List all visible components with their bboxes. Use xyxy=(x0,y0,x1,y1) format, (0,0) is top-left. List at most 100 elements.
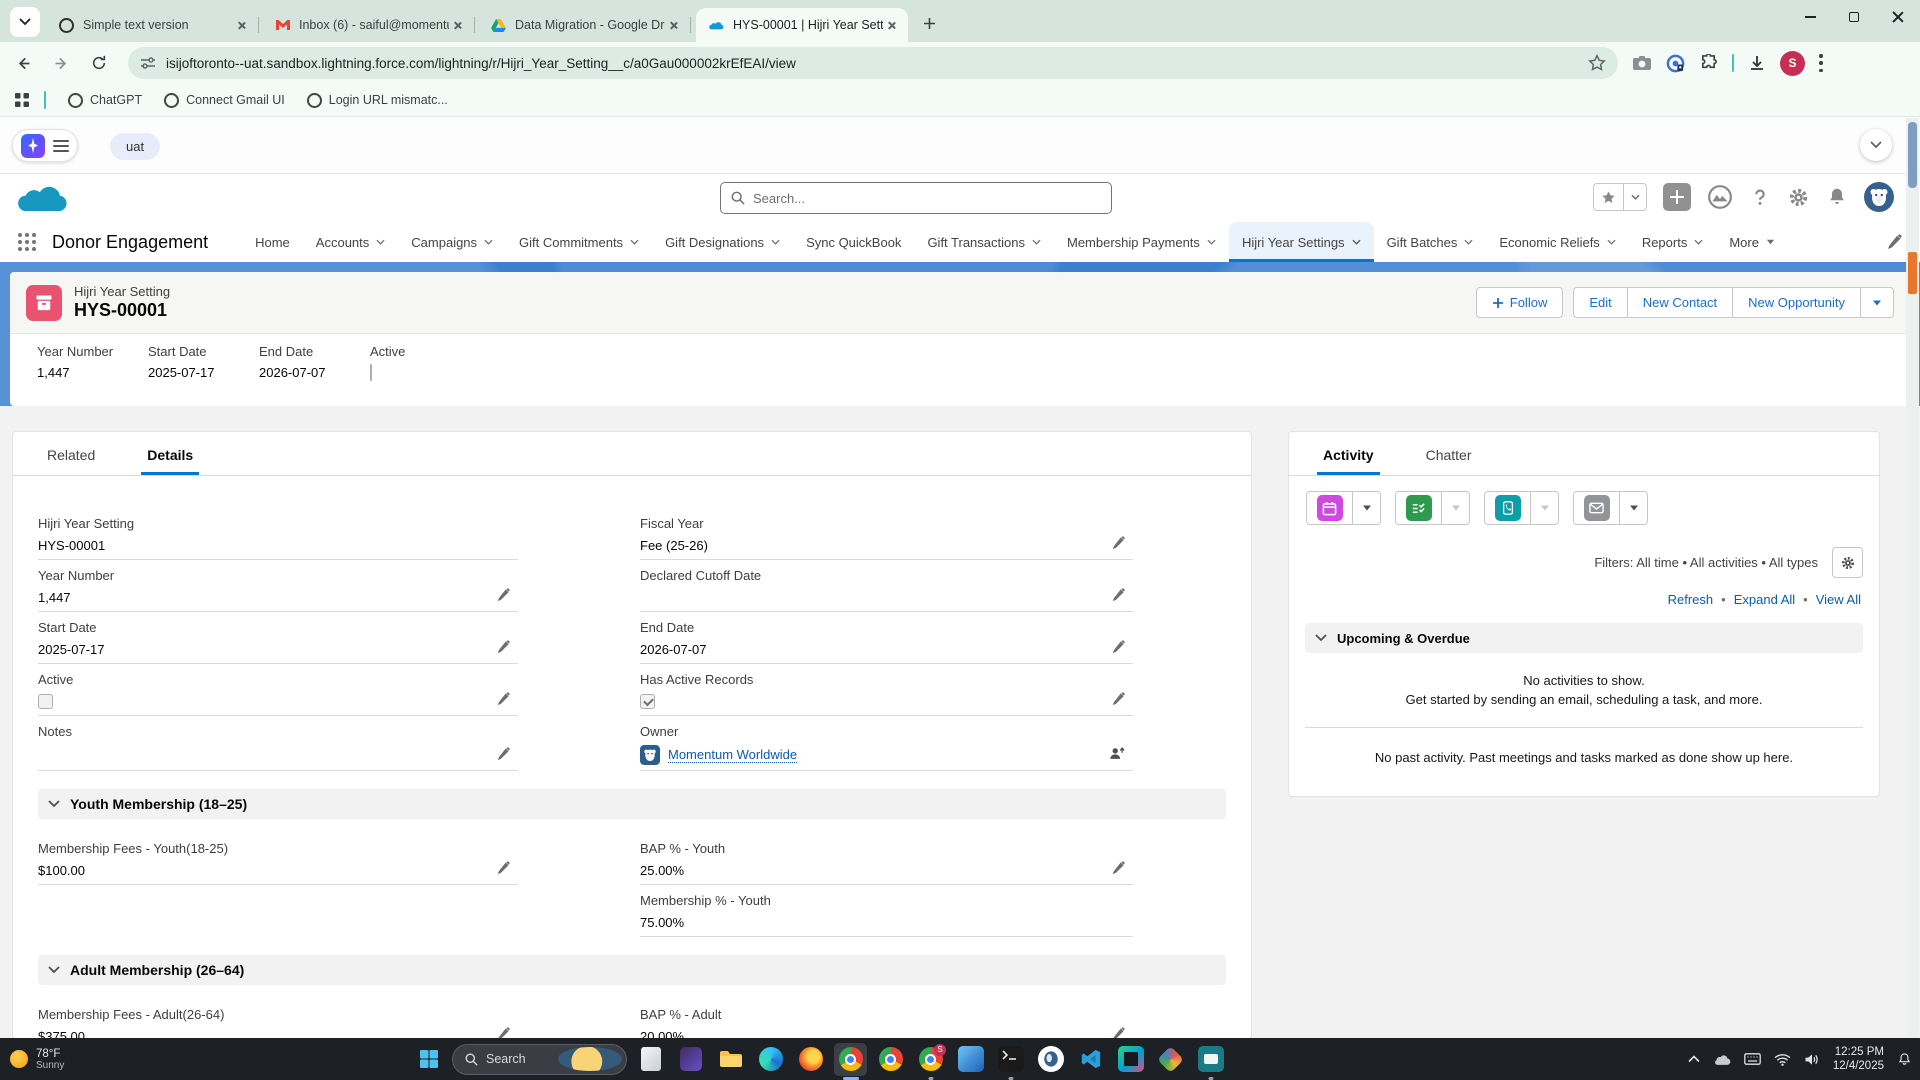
refresh-link[interactable]: Refresh xyxy=(1668,592,1714,607)
browser-tab-gmail[interactable]: Inbox (6) - saiful@momentum-w xyxy=(262,8,474,42)
edit-pencil-icon[interactable] xyxy=(496,747,510,761)
reload-button[interactable] xyxy=(84,48,114,78)
new-contact-button[interactable]: New Contact xyxy=(1628,287,1733,318)
taskbar-firefox[interactable] xyxy=(794,1043,827,1076)
taskbar-pycharm[interactable] xyxy=(1114,1043,1147,1076)
taskbar-terminal[interactable] xyxy=(994,1043,1027,1076)
browser-menu-icon[interactable] xyxy=(1819,54,1823,72)
new-event-button[interactable] xyxy=(1307,492,1352,524)
activity-settings-button[interactable] xyxy=(1832,547,1863,578)
assistant-extension-pill[interactable] xyxy=(12,129,78,162)
tray-wifi-icon[interactable] xyxy=(1774,1053,1791,1066)
browser-tab-drive[interactable]: Data Migration - Google Drive xyxy=(478,8,690,42)
setup-gear-icon[interactable] xyxy=(1787,186,1810,209)
tray-volume-icon[interactable] xyxy=(1804,1053,1820,1066)
start-button[interactable] xyxy=(412,1043,445,1076)
window-minimize-button[interactable] xyxy=(1788,0,1832,34)
global-search-box[interactable]: Search... xyxy=(720,182,1112,214)
edit-pencil-icon[interactable] xyxy=(1111,640,1125,654)
taskbar-drawio[interactable] xyxy=(1154,1043,1187,1076)
tab-close-icon[interactable] xyxy=(449,17,466,34)
extensions-puzzle-icon[interactable] xyxy=(1699,54,1718,73)
call-dropdown[interactable] xyxy=(1530,492,1558,524)
upcoming-overdue-section[interactable]: Upcoming & Overdue xyxy=(1305,623,1863,653)
tab-activity[interactable]: Activity xyxy=(1317,447,1380,475)
site-settings-icon[interactable] xyxy=(140,56,156,70)
expand-all-link[interactable]: Expand All xyxy=(1734,592,1795,607)
window-close-button[interactable] xyxy=(1876,0,1920,34)
global-actions-icon[interactable] xyxy=(1663,183,1691,211)
tray-chevron-up-icon[interactable] xyxy=(1688,1055,1700,1063)
nav-tab-more[interactable]: More xyxy=(1716,222,1788,262)
weather-widget[interactable]: 78°F Sunny xyxy=(10,1048,64,1071)
taskbar-chrome-2[interactable] xyxy=(874,1043,907,1076)
tray-keyboard-icon[interactable] xyxy=(1744,1053,1761,1065)
taskbar-postgresql[interactable] xyxy=(1034,1043,1067,1076)
tab-details[interactable]: Details xyxy=(141,447,199,475)
app-launcher-icon[interactable] xyxy=(16,231,38,253)
view-all-link[interactable]: View All xyxy=(1816,592,1861,607)
more-actions-dropdown[interactable] xyxy=(1861,287,1894,318)
back-button[interactable] xyxy=(8,48,38,78)
tray-onedrive-icon[interactable] xyxy=(1713,1053,1731,1065)
page-scrollbar[interactable] xyxy=(1906,118,1919,1038)
nav-tab-reports[interactable]: Reports xyxy=(1629,222,1717,262)
taskbar-edge[interactable] xyxy=(754,1043,787,1076)
edit-pencil-icon[interactable] xyxy=(496,692,510,706)
edit-pencil-icon[interactable] xyxy=(1111,861,1125,875)
edit-button[interactable]: Edit xyxy=(1573,287,1627,318)
browser-tab-chatgpt[interactable]: Simple text version xyxy=(46,8,258,42)
taskbar-app-widgets[interactable] xyxy=(634,1043,667,1076)
scrollbar-thumb[interactable] xyxy=(1908,122,1917,188)
downloads-icon[interactable] xyxy=(1748,54,1766,72)
notifications-bell-icon[interactable] xyxy=(1826,186,1848,208)
nav-tab-gift-transactions[interactable]: Gift Transactions xyxy=(914,222,1054,262)
section-youth-membership[interactable]: Youth Membership (18–25) xyxy=(38,789,1226,819)
taskbar-vscode[interactable] xyxy=(1074,1043,1107,1076)
nav-tab-economic-reliefs[interactable]: Economic Reliefs xyxy=(1486,222,1628,262)
new-opportunity-button[interactable]: New Opportunity xyxy=(1733,287,1861,318)
forward-button[interactable] xyxy=(46,48,76,78)
screenshot-camera-icon[interactable] xyxy=(1632,55,1652,71)
apps-grid-icon[interactable] xyxy=(14,92,30,108)
window-maximize-button[interactable] xyxy=(1832,0,1876,34)
edit-nav-pencil-icon[interactable] xyxy=(1886,234,1902,250)
hamburger-menu-icon[interactable] xyxy=(53,140,69,152)
owner-link[interactable]: Momentum Worldwide xyxy=(668,747,797,763)
tab-chatter[interactable]: Chatter xyxy=(1420,447,1478,475)
tab-search-button[interactable] xyxy=(10,7,40,37)
nav-tab-membership-payments[interactable]: Membership Payments xyxy=(1054,222,1229,262)
tray-notifications-bell-icon[interactable] xyxy=(1897,1052,1912,1067)
help-icon[interactable] xyxy=(1749,186,1771,208)
bookmark-chatgpt[interactable]: ChatGPT xyxy=(68,93,142,108)
nav-tab-gift-designations[interactable]: Gift Designations xyxy=(652,222,793,262)
section-adult-membership[interactable]: Adult Membership (26–64) xyxy=(38,955,1226,985)
favorites-dropdown-icon[interactable] xyxy=(1624,184,1646,210)
new-tab-button[interactable] xyxy=(916,10,942,36)
taskbar-clock[interactable]: 12:25 PM 12/4/2025 xyxy=(1833,1045,1884,1073)
email-dropdown[interactable] xyxy=(1619,492,1647,524)
taskbar-chrome-profile-s[interactable]: S xyxy=(914,1043,947,1076)
event-dropdown[interactable] xyxy=(1352,492,1380,524)
bookmark-star-icon[interactable] xyxy=(1588,54,1606,72)
browser-profile-avatar[interactable]: S xyxy=(1780,51,1805,76)
edit-pencil-icon[interactable] xyxy=(1111,536,1125,550)
taskbar-app-blue[interactable] xyxy=(954,1043,987,1076)
email-button[interactable] xyxy=(1574,492,1619,524)
edit-pencil-icon[interactable] xyxy=(496,861,510,875)
browser-tab-salesforce-active[interactable]: HYS-00001 | Hijri Year Setting | S xyxy=(696,8,908,42)
change-owner-icon[interactable] xyxy=(1109,746,1125,761)
tab-close-icon[interactable] xyxy=(883,17,900,34)
nav-tab-gift-commitments[interactable]: Gift Commitments xyxy=(506,222,652,262)
task-dropdown[interactable] xyxy=(1441,492,1469,524)
new-task-button[interactable] xyxy=(1396,492,1441,524)
taskbar-app-dark-purple[interactable] xyxy=(674,1043,707,1076)
url-bar[interactable]: isijoftoronto--uat.sandbox.lightning.for… xyxy=(128,47,1618,79)
follow-button[interactable]: Follow xyxy=(1476,287,1564,318)
edit-pencil-icon[interactable] xyxy=(496,640,510,654)
edit-pencil-icon[interactable] xyxy=(1111,692,1125,706)
favorites-star-icon[interactable] xyxy=(1594,184,1624,210)
tab-related[interactable]: Related xyxy=(41,447,101,475)
bookmark-login-url[interactable]: Login URL mismatc... xyxy=(307,93,448,108)
user-avatar[interactable] xyxy=(1864,182,1894,212)
